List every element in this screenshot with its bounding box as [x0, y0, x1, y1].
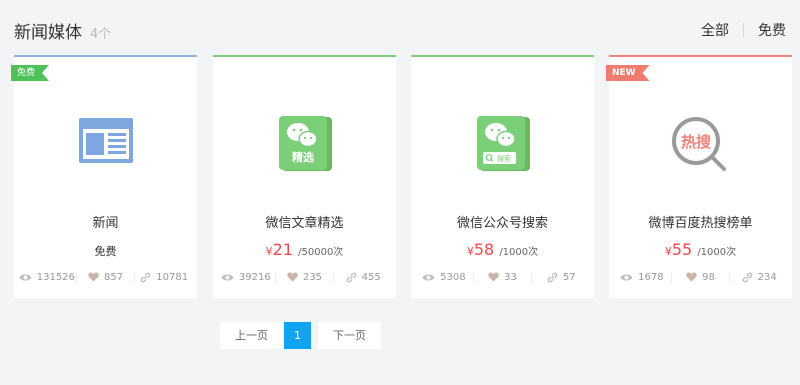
- icon-label: 精选: [292, 150, 314, 164]
- eye-icon: [221, 274, 234, 280]
- likes-count: 98: [702, 271, 715, 283]
- icon-label: 搜索: [497, 154, 511, 163]
- link-icon: [547, 272, 558, 282]
- likes-count: 235: [302, 271, 323, 283]
- links-stat: 455: [333, 271, 392, 283]
- api-name[interactable]: 新闻: [14, 212, 197, 231]
- heart-icon: [287, 272, 298, 282]
- card-stats: 1678 98 234: [613, 268, 788, 286]
- section-header: 新闻媒体 4个 全部 免费: [14, 16, 786, 43]
- api-name[interactable]: 微博百度热搜榜单: [609, 212, 792, 231]
- eye-icon: [620, 274, 633, 280]
- link-icon: [742, 272, 752, 282]
- api-card-grid: 免费 新闻 免费 131526 857 10781 精选 微信文章精选 ¥21 …: [14, 55, 792, 298]
- price-unit: /50000次: [298, 247, 344, 258]
- likes-stat[interactable]: 33: [472, 271, 532, 283]
- api-card-news[interactable]: 免费 新闻 免费 131526 857 10781: [14, 55, 197, 298]
- item-count: 4个: [90, 27, 112, 42]
- views-stat: 39216: [217, 272, 275, 283]
- heart-icon: [88, 272, 99, 282]
- price-currency: ¥: [664, 245, 672, 258]
- hot-search-icon: 热搜: [671, 117, 726, 171]
- links-stat: 234: [729, 271, 788, 283]
- page-1-button[interactable]: 1: [284, 322, 311, 349]
- likes-count: 33: [504, 271, 517, 283]
- prev-page-button[interactable]: 上一页: [220, 322, 283, 349]
- api-card-wechat-articles[interactable]: 精选 微信文章精选 ¥21 /50000次 39216 235 455: [213, 55, 396, 298]
- api-card-hot-search[interactable]: NEW 热搜 微博百度热搜榜单 ¥55 /1000次 1678 98 234: [609, 55, 792, 298]
- next-page-button[interactable]: 下一页: [318, 322, 381, 349]
- price: ¥58 /1000次: [411, 240, 594, 259]
- filter-all[interactable]: 全部: [701, 20, 729, 40]
- views-count: 5308: [440, 271, 466, 283]
- price-currency: ¥: [265, 245, 273, 258]
- price: ¥55 /1000次: [609, 240, 792, 259]
- filter-divider: [743, 23, 744, 37]
- filter-free[interactable]: 免费: [758, 20, 786, 40]
- section-title-text: 新闻媒体: [14, 23, 82, 43]
- filter-tabs: 全部 免费: [701, 20, 786, 40]
- price: ¥21 /50000次: [213, 240, 396, 259]
- views-count: 131526: [36, 271, 75, 283]
- price-unit: /1000次: [697, 247, 737, 258]
- links-stat: 57: [531, 271, 590, 283]
- views-stat: 1678: [613, 272, 671, 283]
- card-stats: 39216 235 455: [217, 268, 392, 286]
- views-count: 39216: [238, 271, 271, 283]
- likes-stat[interactable]: 857: [75, 271, 135, 283]
- link-icon: [140, 272, 151, 282]
- views-count: 1678: [638, 271, 664, 283]
- new-ribbon: NEW: [606, 65, 650, 81]
- likes-count: 857: [103, 271, 124, 283]
- price-value: 58: [473, 240, 495, 259]
- price-unit: /1000次: [499, 247, 539, 258]
- price-value: 55: [671, 240, 693, 259]
- links-count: 455: [361, 271, 381, 283]
- newspaper-icon: [78, 118, 133, 163]
- free-ribbon: 免费: [11, 65, 49, 81]
- eye-icon: [19, 274, 32, 280]
- card-stats: 131526 857 10781: [18, 268, 193, 286]
- link-icon: [346, 272, 356, 282]
- card-stats: 5308 33 57: [415, 268, 590, 286]
- icon-label: 热搜: [680, 133, 711, 151]
- views-stat: 5308: [415, 272, 473, 283]
- links-count: 57: [562, 271, 576, 283]
- section-title: 新闻媒体 4个: [14, 18, 111, 43]
- api-card-wechat-search[interactable]: 搜索 微信公众号搜索 ¥58 /1000次 5308 33 57: [411, 55, 594, 298]
- likes-stat[interactable]: 235: [274, 271, 334, 283]
- api-name[interactable]: 微信公众号搜索: [411, 212, 594, 231]
- price-value: 21: [272, 240, 294, 259]
- api-name[interactable]: 微信文章精选: [213, 212, 396, 231]
- price-currency: ¥: [466, 245, 474, 258]
- views-stat: 131526: [18, 272, 76, 283]
- wechat-featured-icon: 精选: [278, 116, 332, 171]
- wechat-search-icon: 搜索: [476, 116, 530, 171]
- price-free: 免费: [94, 245, 117, 258]
- links-count: 10781: [156, 271, 189, 283]
- links-count: 234: [757, 271, 777, 283]
- eye-icon: [422, 274, 435, 280]
- likes-stat[interactable]: 98: [670, 271, 730, 283]
- heart-icon: [686, 272, 697, 282]
- links-stat: 10781: [134, 271, 193, 283]
- pagination: 上一页 1 下一页: [220, 322, 381, 349]
- heart-icon: [488, 272, 499, 282]
